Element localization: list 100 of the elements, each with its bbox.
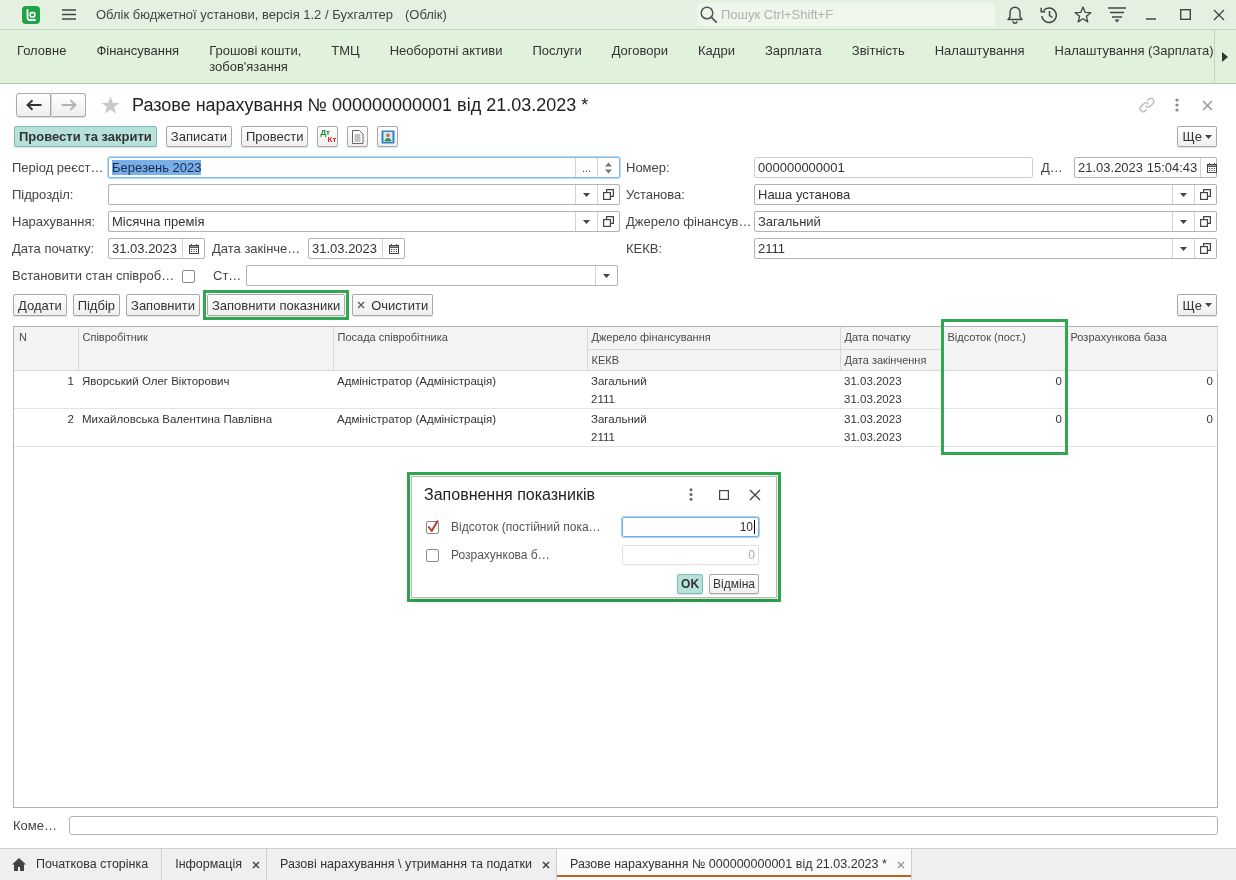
section-link[interactable]: Налаштування (Зарплата) bbox=[1039, 30, 1214, 83]
window-title: Облік бюджетної установи, версія 1.2 / Бухгалтер bbox=[96, 6, 393, 23]
cross-icon bbox=[357, 301, 366, 309]
tab[interactable]: Інформація bbox=[162, 849, 267, 880]
section-link[interactable]: Послуги bbox=[517, 30, 597, 83]
number-field[interactable]: 000000000001 bbox=[754, 157, 1033, 178]
section-link[interactable]: Звітність bbox=[836, 30, 920, 83]
calendar-icon[interactable] bbox=[188, 243, 199, 254]
toolbar-button[interactable]: Очистити bbox=[352, 294, 434, 316]
column-header[interactable]: КЕКВ bbox=[587, 349, 840, 370]
table-cell-text: 0 bbox=[1054, 411, 1062, 427]
select-field[interactable] bbox=[246, 265, 618, 286]
table-cell-text: 31.03.2023 bbox=[844, 391, 903, 407]
toolbar-button[interactable]: Записати bbox=[165, 126, 232, 147]
ok-button[interactable]: OK bbox=[677, 574, 704, 594]
toolbar-button[interactable]: Заповнити показники bbox=[206, 294, 346, 316]
close-icon[interactable] bbox=[252, 860, 260, 869]
field-label: Період реєст… bbox=[12, 159, 105, 176]
close-icon[interactable] bbox=[542, 860, 550, 869]
cancel-button[interactable]: Відміна bbox=[709, 574, 759, 594]
overlapping-squares-icon[interactable] bbox=[1200, 243, 1211, 254]
app-logo-icon[interactable] bbox=[22, 5, 40, 24]
toolbar-button[interactable] bbox=[377, 126, 399, 147]
toolbar-button[interactable]: Провести та закрити bbox=[14, 126, 157, 147]
field-label: Відсоток (постійний пока… bbox=[451, 519, 602, 535]
toolbar-button[interactable]: Провести bbox=[240, 126, 309, 147]
date-field[interactable]: 31.03.2023 bbox=[108, 238, 205, 259]
tab[interactable]: Разове нарахування № 000000000001 від 21.03.2023 * bbox=[557, 849, 912, 880]
section-link[interactable]: Головне bbox=[2, 30, 82, 83]
date-time-field[interactable]: 21.03.2023 15:04:43 bbox=[1074, 157, 1217, 178]
toolbar-button[interactable] bbox=[347, 126, 369, 147]
star-icon[interactable] bbox=[1074, 6, 1092, 23]
field-label: Підрозділ: bbox=[12, 186, 75, 203]
star-icon[interactable] bbox=[101, 96, 120, 114]
date-field[interactable]: 31.03.2023 bbox=[308, 238, 405, 259]
column-header[interactable]: Джерело фінансування bbox=[587, 327, 840, 349]
menu-icon[interactable] bbox=[62, 9, 76, 20]
choice-button[interactable]: ... bbox=[575, 158, 597, 177]
tab[interactable]: Початкова сторінка bbox=[0, 849, 163, 880]
triangle-right-icon[interactable] bbox=[1222, 51, 1229, 62]
more-icon[interactable] bbox=[689, 488, 693, 501]
caret-icon[interactable] bbox=[1180, 246, 1187, 251]
overlapping-squares-icon[interactable] bbox=[603, 216, 614, 227]
select-field[interactable]: Місячна премія bbox=[108, 211, 620, 232]
select-field[interactable]: Загальний bbox=[754, 211, 1217, 232]
maximize-icon[interactable] bbox=[1179, 9, 1191, 20]
column-header[interactable]: Дата початку bbox=[840, 327, 943, 349]
calendar-icon[interactable] bbox=[1206, 162, 1217, 173]
more-button[interactable]: Ще bbox=[1176, 294, 1217, 316]
up-down-arrows-icon[interactable] bbox=[605, 161, 612, 174]
section-link[interactable]: Кадри bbox=[683, 30, 750, 83]
column-header[interactable]: Розрахункова база bbox=[1066, 327, 1217, 370]
checkbox[interactable] bbox=[182, 268, 195, 283]
calendar-icon[interactable] bbox=[388, 243, 399, 254]
lines-dropdown-icon[interactable] bbox=[1108, 6, 1126, 23]
field-label: Нарахування: bbox=[12, 213, 97, 230]
column-header[interactable]: Відсоток (пост.) bbox=[943, 327, 1066, 370]
period-field[interactable]: Березень 2023 ... bbox=[108, 157, 620, 178]
checkbox[interactable] bbox=[426, 520, 439, 534]
input-field[interactable]: 10 bbox=[622, 517, 759, 537]
history-icon[interactable] bbox=[1040, 5, 1058, 24]
section-link[interactable]: Грошові кошти, зобов'язання bbox=[194, 30, 317, 83]
toolbar-button[interactable]: Заповнити bbox=[126, 294, 200, 316]
caret-icon[interactable] bbox=[1180, 219, 1187, 224]
column-header[interactable]: Співробітник bbox=[78, 327, 333, 370]
toolbar-button[interactable]: Додати bbox=[13, 294, 67, 316]
more-icon[interactable] bbox=[1175, 98, 1179, 112]
maximize-icon[interactable] bbox=[719, 489, 729, 500]
table-cell-text: 31.03.2023 bbox=[844, 429, 903, 445]
column-header[interactable]: N bbox=[14, 327, 78, 370]
close-icon[interactable] bbox=[749, 488, 761, 501]
bell-icon[interactable] bbox=[1007, 5, 1023, 24]
caret-icon[interactable] bbox=[583, 192, 590, 197]
column-header[interactable]: Посада співробітника bbox=[333, 327, 587, 370]
caret-icon[interactable] bbox=[1180, 192, 1187, 197]
back-button[interactable] bbox=[16, 93, 51, 117]
comment-field[interactable] bbox=[69, 816, 1218, 835]
select-field[interactable]: 2111 bbox=[754, 238, 1217, 259]
overlapping-squares-icon[interactable] bbox=[1200, 216, 1211, 227]
table-cell-text: 2111 bbox=[591, 391, 616, 407]
section-link[interactable]: Налаштування bbox=[919, 30, 1040, 83]
caret-icon[interactable] bbox=[583, 219, 590, 224]
section-link[interactable]: Фінансування bbox=[81, 30, 195, 83]
overlapping-squares-icon[interactable] bbox=[603, 189, 614, 200]
overlapping-squares-icon[interactable] bbox=[1200, 189, 1211, 200]
field-label: Ст… bbox=[213, 267, 243, 284]
more-button[interactable]: Ще bbox=[1176, 126, 1217, 147]
select-field[interactable] bbox=[108, 184, 620, 205]
caret-icon[interactable] bbox=[603, 273, 610, 278]
person-card-icon bbox=[380, 129, 395, 144]
section-link[interactable]: Договори bbox=[596, 30, 683, 83]
toolbar-button[interactable]: Підбір bbox=[72, 294, 121, 316]
section-link[interactable]: ТМЦ bbox=[316, 30, 375, 83]
section-link[interactable]: Необоротні активи bbox=[374, 30, 518, 83]
close-icon[interactable] bbox=[1213, 8, 1225, 21]
section-link[interactable]: Зарплата bbox=[749, 30, 837, 83]
table-cell-text: Загальний bbox=[591, 411, 648, 427]
search-icon bbox=[700, 6, 717, 23]
select-field[interactable]: Наша установа bbox=[754, 184, 1217, 205]
toolbar-button[interactable]: Дт Кт bbox=[317, 126, 339, 147]
